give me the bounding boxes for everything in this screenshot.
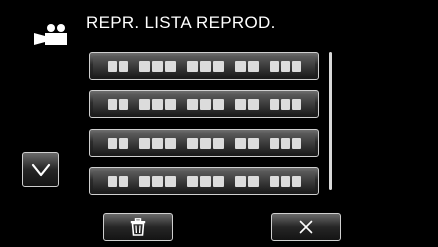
scrollbar[interactable]: [329, 52, 332, 190]
delete-button[interactable]: [103, 213, 173, 241]
close-button[interactable]: [271, 213, 341, 241]
list-item-placeholder: [108, 138, 303, 149]
playlist-screen: REPR. LISTA REPROD.: [0, 0, 438, 247]
list-item-placeholder: [108, 61, 303, 72]
video-camera-icon: [34, 24, 67, 45]
close-icon: [299, 220, 313, 234]
list-item-placeholder: [108, 176, 303, 187]
list-item[interactable]: [89, 167, 319, 195]
list-item[interactable]: [89, 52, 319, 80]
page-title: REPR. LISTA REPROD.: [86, 13, 276, 32]
trash-icon: [130, 218, 146, 236]
list-item-placeholder: [108, 99, 303, 110]
chevron-down-icon: [31, 163, 50, 176]
scroll-down-button[interactable]: [22, 152, 59, 187]
list-item[interactable]: [89, 90, 319, 118]
list-item[interactable]: [89, 129, 319, 157]
